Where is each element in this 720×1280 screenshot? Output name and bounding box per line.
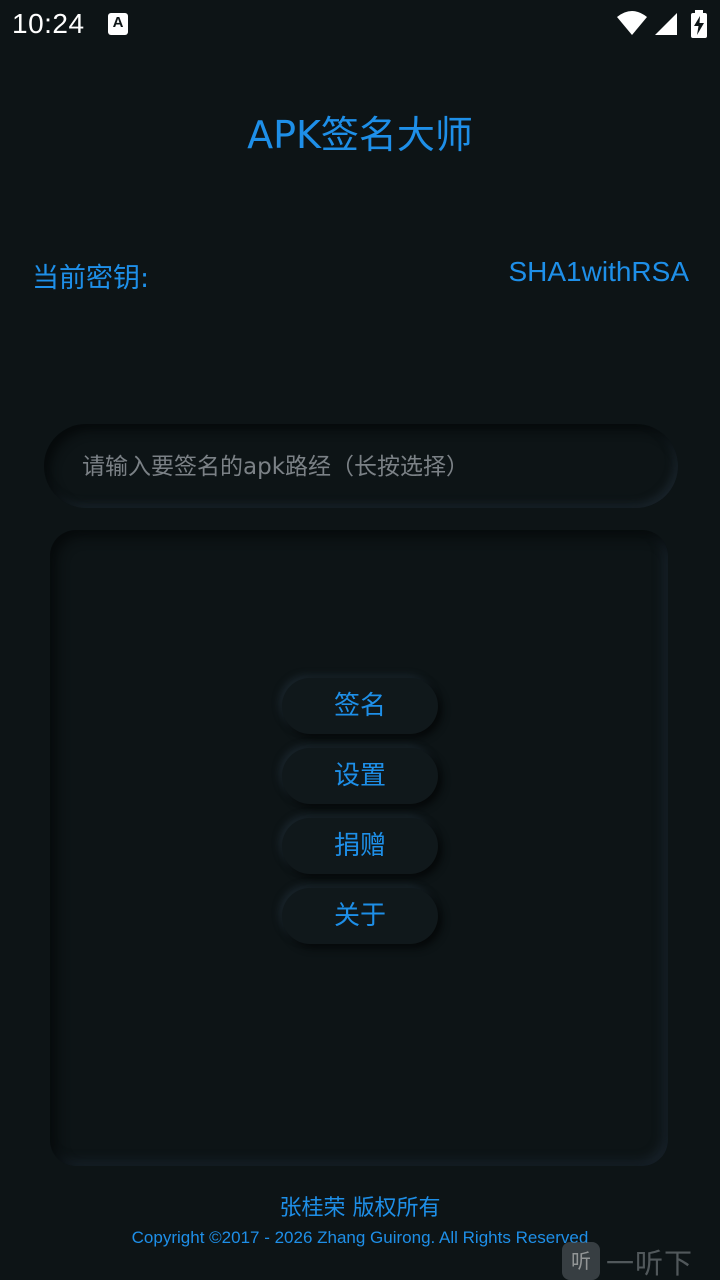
watermark-logo-icon: 听 — [562, 1242, 600, 1280]
donate-button[interactable]: 捐赠 — [282, 818, 438, 874]
status-bar: 10:24 A — [0, 0, 720, 50]
footer-author: 张桂荣 版权所有 — [279, 1196, 441, 1221]
app-title: APK签名大师 — [247, 113, 473, 157]
apk-path-field — [44, 424, 678, 510]
sign-button[interactable]: 签名 — [282, 678, 438, 734]
signal-icon — [655, 13, 677, 35]
watermark: 听 一听下载 — [562, 1238, 720, 1280]
current-key-value[interactable]: SHA1withRSA — [508, 256, 689, 288]
watermark-text: 一听下载 — [606, 1247, 694, 1280]
wifi-icon — [617, 11, 647, 35]
settings-button[interactable]: 设置 — [282, 748, 438, 804]
apk-path-input[interactable] — [80, 424, 644, 510]
battery-charging-icon — [691, 10, 707, 38]
status-time: 10:24 — [12, 8, 85, 39]
about-button[interactable]: 关于 — [282, 888, 438, 944]
app-screen: 10:24 A APK签名大师 当前密钥: SHA1withRSA 签名 设置 … — [0, 0, 720, 1280]
current-key-label: 当前密钥: — [32, 263, 150, 294]
notification-app-icon: A — [108, 13, 128, 35]
